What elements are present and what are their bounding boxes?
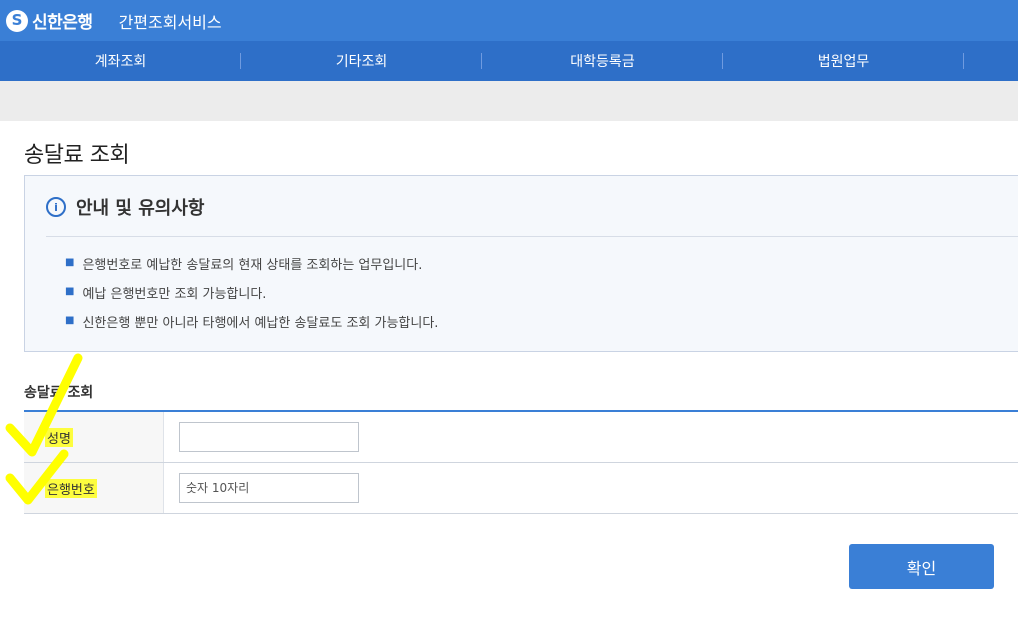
- notice-item: ■ 은행번호로 예납한 송달료의 현재 상태를 조회하는 업무입니다.: [65, 254, 438, 283]
- nav-item-court-services[interactable]: 법원업무: [723, 41, 964, 81]
- bullet-icon: ■: [65, 312, 74, 329]
- form-row-name: 성명: [24, 412, 1018, 463]
- bank-number-field-cell: [164, 463, 1018, 513]
- shinhan-logo-icon: S: [6, 10, 28, 32]
- page-title: 송달료 조회: [24, 137, 129, 169]
- main-nav: 계좌조회 기타조회 대학등록금 법원업무: [0, 41, 1018, 81]
- bullet-icon: ■: [65, 283, 74, 300]
- notice-item: ■ 예납 은행번호만 조회 가능합니다.: [65, 283, 438, 312]
- notice-divider: [46, 236, 1018, 237]
- notice-header: i 안내 및 유의사항: [46, 194, 204, 220]
- notice-title: 안내 및 유의사항: [76, 194, 204, 220]
- notice-item-text: 예납 은행번호만 조회 가능합니다.: [82, 283, 266, 302]
- notice-item: ■ 신한은행 뿐만 아니라 타행에서 예납한 송달료도 조회 가능합니다.: [65, 312, 438, 341]
- bullet-icon: ■: [65, 254, 74, 271]
- form-row-bank-number: 은행번호: [24, 463, 1018, 514]
- confirm-button[interactable]: 확인: [849, 544, 994, 589]
- nav-item-tuition[interactable]: 대학등록금: [482, 41, 723, 81]
- name-label: 성명: [24, 412, 164, 462]
- sub-nav-bar: [0, 81, 1018, 121]
- nav-item-account-inquiry[interactable]: 계좌조회: [0, 41, 241, 81]
- notice-item-text: 신한은행 뿐만 아니라 타행에서 예납한 송달료도 조회 가능합니다.: [82, 312, 438, 331]
- bank-number-label-text: 은행번호: [45, 479, 97, 498]
- notice-list: ■ 은행번호로 예납한 송달료의 현재 상태를 조회하는 업무입니다. ■ 예납 은…: [65, 254, 438, 341]
- notice-item-text: 은행번호로 예납한 송달료의 현재 상태를 조회하는 업무입니다.: [82, 254, 422, 273]
- service-title[interactable]: 간편조회서비스: [119, 9, 222, 33]
- shinhan-logo[interactable]: S 신한은행: [6, 8, 93, 33]
- name-input[interactable]: [179, 422, 359, 452]
- section-title: 송달료 조회: [24, 382, 93, 402]
- name-label-text: 성명: [45, 428, 73, 447]
- nav-item-other-inquiry[interactable]: 기타조회: [241, 41, 482, 81]
- notice-box: i 안내 및 유의사항 ■ 은행번호로 예납한 송달료의 현재 상태를 조회하는 …: [24, 175, 1018, 352]
- bank-name: 신한은행: [32, 8, 93, 33]
- top-header: S 신한은행 간편조회서비스: [0, 0, 1018, 41]
- name-field-cell: [164, 412, 1018, 462]
- bank-number-input[interactable]: [179, 473, 359, 503]
- info-icon: i: [46, 197, 66, 217]
- bank-number-label: 은행번호: [24, 463, 164, 513]
- inquiry-form: 성명 은행번호: [24, 410, 1018, 514]
